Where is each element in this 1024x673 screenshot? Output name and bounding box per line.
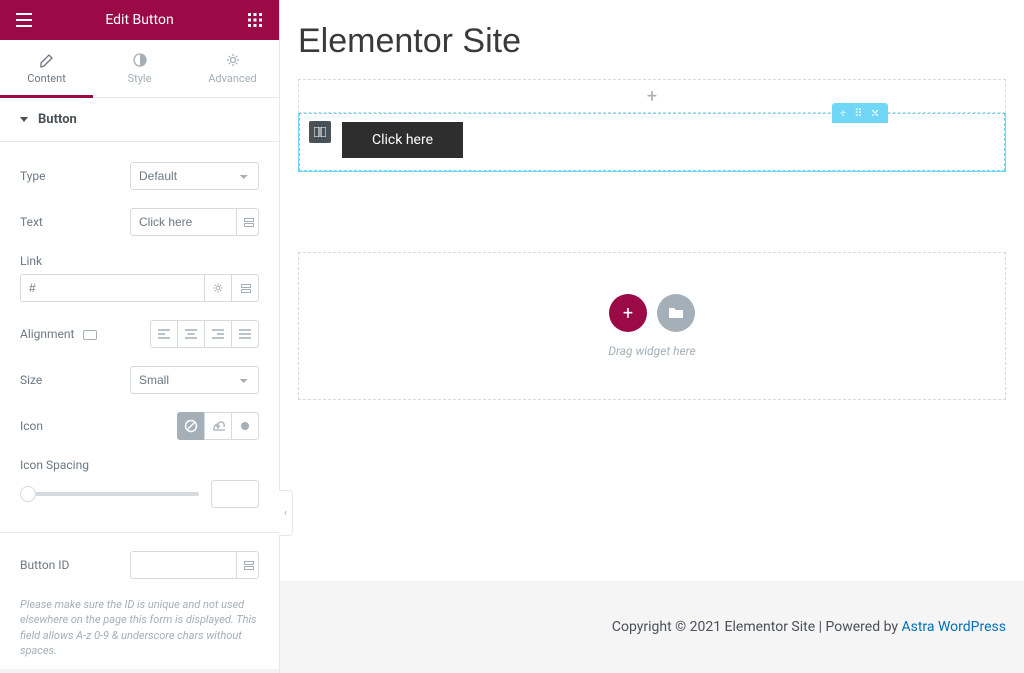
- button-id-help-text: Please make sure the ID is unique and no…: [20, 597, 259, 659]
- theme-link[interactable]: Astra WordPress: [901, 619, 1006, 635]
- add-widget-button[interactable]: +: [609, 294, 647, 332]
- icon-none-button[interactable]: [177, 412, 205, 440]
- column-icon: [314, 127, 326, 137]
- desktop-icon[interactable]: [83, 330, 97, 340]
- link-options-button[interactable]: [204, 274, 232, 302]
- text-label: Text: [20, 215, 130, 229]
- panel-header: Edit Button: [0, 0, 279, 40]
- add-section-button[interactable]: +: [298, 79, 1006, 113]
- preview-area: ‹ Elementor Site + + ⠿ ✕ Click here: [280, 0, 1024, 673]
- gear-icon: [225, 52, 241, 68]
- tab-advanced[interactable]: Advanced: [186, 40, 279, 97]
- column-handle[interactable]: [309, 121, 331, 143]
- editor-sidebar: Edit Button Content Style Advanced But: [0, 0, 280, 673]
- alignment-label: Alignment: [20, 327, 130, 341]
- active-section[interactable]: Click here: [298, 113, 1006, 172]
- button-widget[interactable]: Click here: [342, 122, 463, 158]
- icon-spacing-input[interactable]: [211, 480, 259, 508]
- button-id-label: Button ID: [20, 558, 130, 572]
- pencil-icon: [39, 52, 55, 68]
- menu-button[interactable]: [12, 8, 36, 32]
- contrast-icon: [132, 52, 148, 68]
- stack-icon: [239, 282, 251, 294]
- icon-upload-button[interactable]: [204, 412, 232, 440]
- type-label: Type: [20, 169, 130, 183]
- icon-library-button[interactable]: [231, 412, 259, 440]
- ban-icon: [184, 419, 198, 433]
- link-label: Link: [20, 254, 259, 268]
- panel-tabs: Content Style Advanced: [0, 40, 279, 98]
- collapse-sidebar-button[interactable]: ‹: [279, 490, 293, 536]
- type-select[interactable]: Default: [130, 162, 259, 190]
- section-toggle-button[interactable]: Button: [0, 98, 279, 142]
- tab-style[interactable]: Style: [93, 40, 186, 97]
- dynamic-tags-button[interactable]: [236, 208, 259, 236]
- upload-icon: [211, 420, 225, 432]
- circle-icon: [240, 421, 250, 431]
- link-input[interactable]: [20, 274, 205, 302]
- panel-body: Button Type Default Text: [0, 98, 279, 673]
- size-select[interactable]: Small: [130, 366, 259, 394]
- drag-hint: Drag widget here: [608, 344, 695, 358]
- icon-spacing-label: Icon Spacing: [20, 458, 259, 472]
- dynamic-tags-button[interactable]: [236, 551, 259, 579]
- stack-icon: [242, 559, 254, 571]
- icon-spacing-slider[interactable]: [20, 492, 199, 496]
- align-justify-button[interactable]: [231, 320, 259, 348]
- template-library-button[interactable]: [657, 294, 695, 332]
- icon-label: Icon: [20, 419, 130, 433]
- caret-down-icon: [20, 117, 28, 122]
- need-help-link[interactable]: Need Help ?: [0, 669, 279, 673]
- empty-section[interactable]: + Drag widget here: [298, 252, 1006, 400]
- align-center-button[interactable]: [177, 320, 205, 348]
- panel-title: Edit Button: [36, 12, 243, 28]
- dynamic-tags-button[interactable]: [231, 274, 259, 302]
- text-input[interactable]: [130, 208, 237, 236]
- site-title: Elementor Site: [280, 0, 1024, 79]
- slider-thumb[interactable]: [20, 486, 36, 502]
- widgets-button[interactable]: [243, 8, 267, 32]
- tab-content[interactable]: Content: [0, 40, 93, 98]
- align-right-button[interactable]: [204, 320, 232, 348]
- site-footer: Copyright © 2021 Elementor Site | Powere…: [280, 581, 1024, 673]
- folder-icon: [668, 306, 684, 320]
- gear-icon: [212, 282, 224, 294]
- stack-icon: [242, 216, 254, 228]
- align-left-button[interactable]: [150, 320, 178, 348]
- button-id-input[interactable]: [130, 551, 237, 579]
- size-label: Size: [20, 373, 130, 387]
